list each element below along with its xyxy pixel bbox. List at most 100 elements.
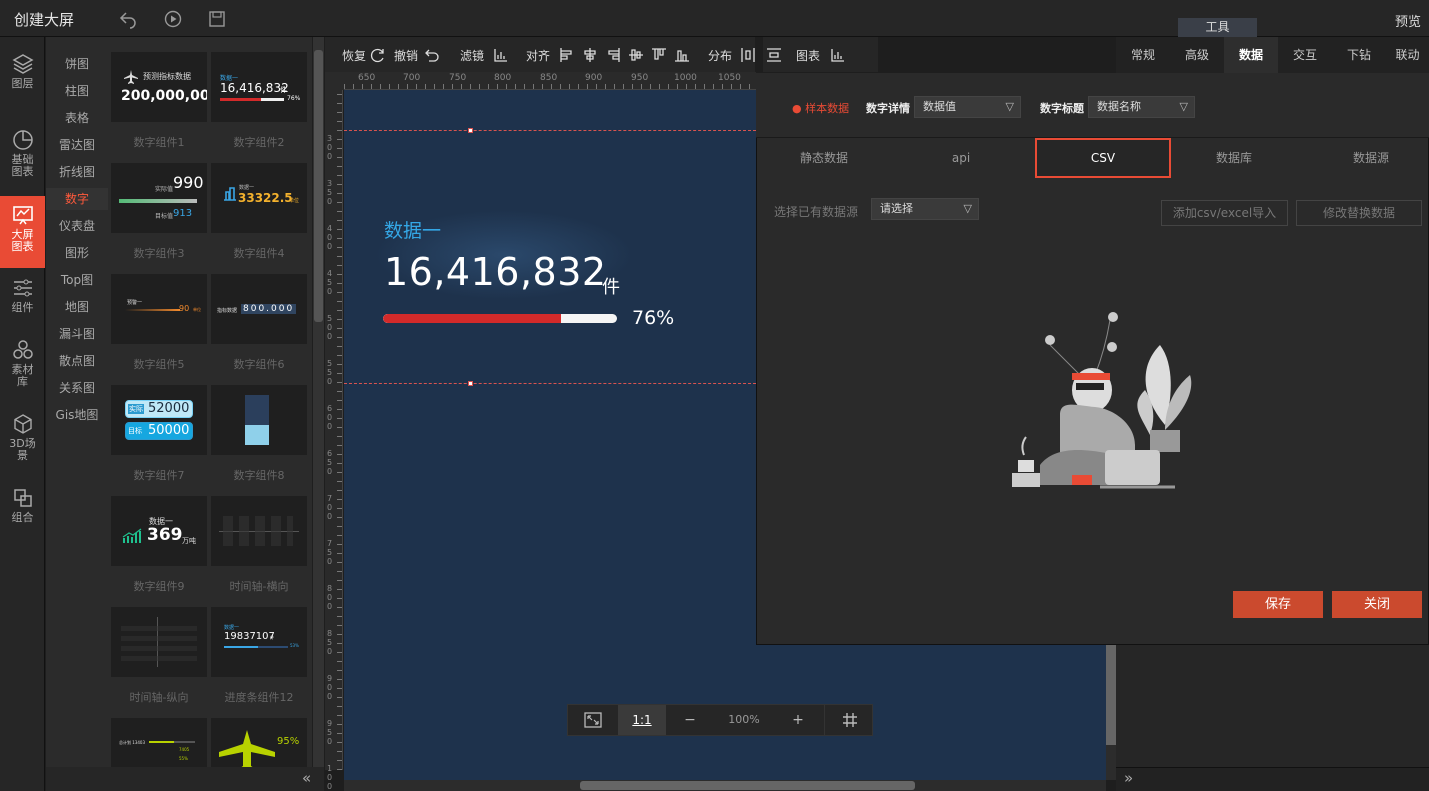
component-thumb-12[interactable]: 数据一 19837107 件 53% — [211, 607, 307, 677]
category-item[interactable]: 图形 — [46, 242, 108, 264]
align-center-h-icon[interactable] — [582, 47, 598, 63]
tab-interaction[interactable]: 交互 — [1278, 37, 1332, 73]
tab-drilldown[interactable]: 下钻 — [1332, 37, 1386, 73]
category-item[interactable]: 仪表盘 — [46, 215, 108, 237]
source-tab-csv[interactable]: CSV — [1035, 138, 1171, 178]
source-tab-static[interactable]: 静态数据 — [756, 140, 892, 180]
distribute-button[interactable]: 分布 — [708, 47, 732, 64]
category-item[interactable]: 柱图 — [46, 80, 108, 102]
zoom-in-button[interactable]: + — [774, 705, 822, 735]
distribute-h-icon[interactable] — [740, 47, 756, 63]
category-item[interactable]: 雷达图 — [46, 134, 108, 156]
thumb-text: 目标值 — [155, 213, 174, 220]
replace-data-button[interactable]: 修改替换数据 — [1296, 200, 1422, 226]
category-item[interactable]: 表格 — [46, 107, 108, 129]
category-item[interactable]: 饼图 — [46, 53, 108, 75]
rail-item-components[interactable]: 组件 — [0, 277, 45, 314]
canvas-scrollbar-horizontal-thumb[interactable] — [580, 781, 915, 790]
source-tab-datasource[interactable]: 数据源 — [1303, 140, 1429, 180]
category-item[interactable]: 漏斗图 — [46, 323, 108, 345]
align-right-icon[interactable] — [605, 47, 621, 63]
play-icon[interactable] — [163, 9, 183, 29]
component-thumb-11[interactable] — [111, 607, 207, 677]
component-thumb-1[interactable]: 预测指标数据 200,000,000 — [111, 52, 207, 122]
category-item[interactable]: 散点图 — [46, 350, 108, 372]
category-item[interactable]: Top图 — [46, 269, 108, 291]
resize-handle[interactable] — [468, 381, 473, 386]
thumb-unit: 件 — [270, 635, 274, 640]
rail-item-layers[interactable]: 图层 — [0, 53, 45, 90]
undo-button[interactable]: 撤销 — [394, 47, 418, 64]
back-icon[interactable] — [118, 9, 138, 29]
resize-handle[interactable] — [468, 128, 473, 133]
component-scrollbar-thumb[interactable] — [314, 50, 323, 322]
title-select[interactable]: 数据名称 ▽ — [1088, 96, 1195, 118]
rail-item-basic-charts[interactable]: 基础图表 — [0, 129, 45, 178]
source-tab-database[interactable]: 数据库 — [1166, 140, 1302, 180]
rail-label: 图层 — [11, 77, 34, 90]
component-thumb-6[interactable]: 指标数据 800.000 — [211, 274, 307, 344]
tab-advanced[interactable]: 高级 — [1170, 37, 1224, 73]
chart-button[interactable]: 图表 — [796, 47, 820, 64]
component-thumb-13[interactable]: 总计划 13403 7405 55% — [111, 718, 207, 767]
preview-button[interactable]: 预览 — [1395, 11, 1421, 30]
distribute-v-icon[interactable] — [766, 47, 782, 63]
filter-button[interactable]: 滤镜 — [460, 47, 484, 64]
align-bottom-icon[interactable] — [674, 47, 690, 63]
sample-data-label[interactable]: ● 样本数据 — [792, 100, 849, 116]
align-left-icon[interactable] — [559, 47, 575, 63]
tab-linkage[interactable]: 联动 — [1386, 37, 1429, 73]
component-thumb-8[interactable] — [211, 385, 307, 455]
category-item[interactable]: 地图 — [46, 296, 108, 318]
redo-icon[interactable] — [370, 47, 386, 63]
category-item-active[interactable]: 数字 — [46, 188, 108, 210]
category-item[interactable]: Gis地图 — [46, 404, 108, 426]
component-label: 数字组件5 — [133, 358, 185, 371]
rail-item-screen-charts[interactable]: 大屏图表 — [0, 196, 45, 268]
component-thumb-5[interactable]: 预警一 90 单位 — [111, 274, 207, 344]
collapse-right-icon[interactable]: » — [1124, 769, 1133, 787]
add-csv-button[interactable]: 添加csv/excel导入 — [1161, 200, 1288, 226]
fit-screen-button[interactable] — [568, 705, 618, 735]
component-label: 数字组件2 — [233, 136, 285, 149]
widget-value[interactable]: 16,416,832 — [384, 250, 607, 294]
zoom-1-to-1-button[interactable]: 1:1 — [618, 705, 666, 735]
component-thumb-4[interactable]: 数据一 33322.5 单位 — [211, 163, 307, 233]
rail-item-group[interactable]: 组合 — [0, 487, 45, 524]
restore-button[interactable]: 恢复 — [342, 47, 366, 64]
component-thumb-14[interactable]: 95% — [211, 718, 307, 767]
close-button[interactable]: 关闭 — [1332, 591, 1422, 618]
tab-general[interactable]: 常规 — [1116, 37, 1170, 73]
canvas-scrollbar-vertical-thumb[interactable] — [1106, 640, 1116, 745]
grid-toggle-button[interactable] — [824, 705, 874, 735]
component-thumb-3[interactable]: 实际值 990 目标值 913 — [111, 163, 207, 233]
align-button[interactable]: 对齐 — [526, 47, 550, 64]
detail-select[interactable]: 数据值 ▽ — [914, 96, 1021, 118]
existing-source-select[interactable]: 请选择 ▽ — [871, 198, 979, 220]
category-item[interactable]: 关系图 — [46, 377, 108, 399]
tools-tab[interactable]: 工具 — [1178, 18, 1257, 37]
rail-item-3d-scene[interactable]: 3D场景 — [0, 413, 45, 462]
collapse-left-icon[interactable]: « — [302, 769, 311, 787]
save-button[interactable]: 保存 — [1233, 591, 1323, 618]
thumb-text: 预测指标数据 — [143, 72, 191, 81]
chart-icon[interactable] — [830, 47, 846, 63]
component-thumb-2[interactable]: 数据一 16,416,832 件 76% — [211, 52, 307, 122]
category-item[interactable]: 折线图 — [46, 161, 108, 183]
align-top-icon[interactable] — [651, 47, 667, 63]
tab-data[interactable]: 数据 — [1224, 37, 1278, 73]
component-thumb-10[interactable] — [211, 496, 307, 566]
ruler-tick: 550 — [327, 359, 333, 386]
widget-title[interactable]: 数据一 — [384, 216, 441, 243]
thumb-text: 预警一 — [127, 300, 143, 306]
component-thumb-9[interactable]: 数据一 369 万吨 — [111, 496, 207, 566]
undo-icon[interactable] — [423, 47, 439, 63]
source-tab-api[interactable]: api — [893, 140, 1029, 180]
save-icon[interactable] — [207, 9, 227, 29]
zoom-out-button[interactable]: − — [666, 705, 714, 735]
align-center-v-icon[interactable] — [628, 47, 644, 63]
filter-chart-icon[interactable] — [493, 47, 509, 63]
component-thumb-7[interactable]: 实际 52000 目标 50000 — [111, 385, 207, 455]
rail-item-assets[interactable]: 素材库 — [0, 339, 45, 388]
screen-chart-icon — [12, 206, 33, 225]
